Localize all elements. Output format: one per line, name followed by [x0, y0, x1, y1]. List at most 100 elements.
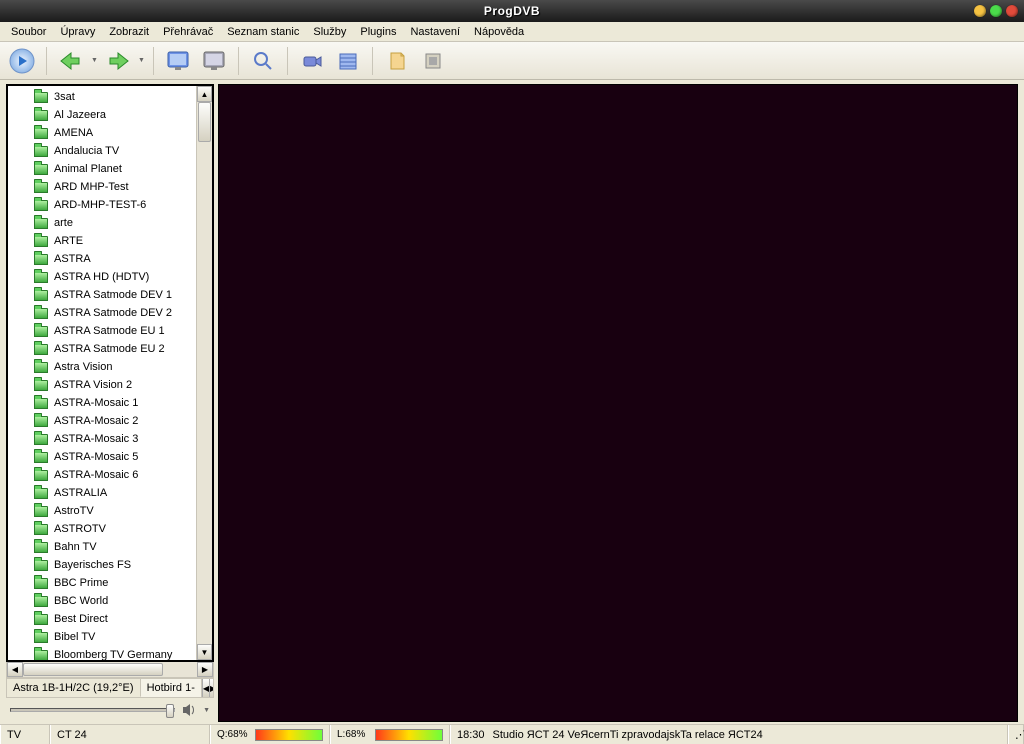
channel-item[interactable]: ASTRA Satmode DEV 1 — [34, 286, 196, 304]
satellite-tab-astra[interactable]: Astra 1B-1H/2C (19,2°E) — [7, 679, 141, 697]
speaker-icon[interactable] — [181, 702, 197, 718]
scroll-track[interactable] — [23, 662, 197, 677]
forward-dropdown[interactable]: ▼ — [138, 57, 145, 64]
menu-channel-list[interactable]: Seznam stanic — [220, 24, 306, 40]
channel-item[interactable]: ASTRA-Mosaic 5 — [34, 448, 196, 466]
folder-icon — [34, 632, 48, 643]
channel-item[interactable]: ASTRA Satmode EU 2 — [34, 340, 196, 358]
volume-slider[interactable] — [10, 708, 175, 712]
channel-tree-view[interactable]: 3satAl Jazeera AMENA Andalucia TV Animal Pl… — [8, 86, 196, 660]
channel-item[interactable]: Andalucia TV — [34, 142, 196, 160]
channel-item[interactable]: ASTRA Vision 2 — [34, 376, 196, 394]
channel-item[interactable]: 3sat — [34, 88, 196, 106]
folder-icon — [34, 110, 48, 121]
menu-services[interactable]: Služby — [306, 24, 353, 40]
tree-vscrollbar[interactable]: ▲ ▼ — [196, 86, 212, 660]
scroll-up-button[interactable]: ▲ — [197, 86, 212, 102]
back-dropdown[interactable]: ▼ — [91, 57, 98, 64]
channel-item[interactable]: ASTRA-Mosaic 1 — [34, 394, 196, 412]
close-button[interactable] — [1006, 5, 1018, 17]
desktop-button[interactable] — [198, 45, 230, 77]
menu-edit[interactable]: Úpravy — [53, 24, 102, 40]
channel-label: ASTRA HD (HDTV) — [54, 271, 149, 283]
level-bar — [375, 729, 443, 741]
folder-icon — [34, 362, 48, 373]
minimize-button[interactable] — [974, 5, 986, 17]
channel-item[interactable]: ARD MHP-Test — [34, 178, 196, 196]
menu-plugins[interactable]: Plugins — [353, 24, 403, 40]
channel-item[interactable]: BBC World — [34, 592, 196, 610]
menu-file[interactable]: Soubor — [4, 24, 53, 40]
separator — [153, 47, 154, 75]
channel-item[interactable]: Animal Planet — [34, 160, 196, 178]
channel-item[interactable]: ASTRA-Mosaic 2 — [34, 412, 196, 430]
channel-item[interactable]: ARTE — [34, 232, 196, 250]
channel-label: arte — [54, 217, 73, 229]
channel-item[interactable]: Astra Vision — [34, 358, 196, 376]
forward-button[interactable] — [102, 45, 134, 77]
maximize-button[interactable] — [990, 5, 1002, 17]
channel-item[interactable]: ASTRA — [34, 250, 196, 268]
scroll-thumb[interactable] — [198, 102, 211, 142]
scroll-track[interactable] — [197, 102, 212, 644]
volume-thumb[interactable] — [166, 704, 174, 718]
workspace: 3satAl Jazeera AMENA Andalucia TV Animal Pl… — [0, 80, 1024, 724]
channel-item[interactable]: Bibel TV — [34, 628, 196, 646]
channel-item[interactable]: ASTRA-Mosaic 3 — [34, 430, 196, 448]
channel-item[interactable]: ASTRA Satmode EU 1 — [34, 322, 196, 340]
scroll-right-button[interactable]: ▶ — [197, 662, 213, 677]
satellite-tab-hotbird[interactable]: Hotbird 1- — [141, 679, 202, 697]
record-button[interactable] — [296, 45, 328, 77]
quality-label: Q:68% — [217, 729, 251, 740]
channel-item[interactable]: ARD-MHP-TEST-6 — [34, 196, 196, 214]
channel-item[interactable]: ASTRA HD (HDTV) — [34, 268, 196, 286]
menu-settings[interactable]: Nastavení — [403, 24, 467, 40]
scroll-thumb[interactable] — [23, 663, 163, 676]
scheduler-button[interactable] — [332, 45, 364, 77]
channel-label: AstroTV — [54, 505, 94, 517]
channel-item[interactable]: Bahn TV — [34, 538, 196, 556]
play-button[interactable] — [6, 45, 38, 77]
channel-item[interactable]: Al Jazeera — [34, 106, 196, 124]
channel-label: ASTRA-Mosaic 5 — [54, 451, 138, 463]
tab-scroll-left[interactable]: ◀ — [202, 679, 209, 697]
channel-item[interactable]: Bayerisches FS — [34, 556, 196, 574]
tree-hscrollbar[interactable]: ◀ ▶ — [6, 662, 214, 678]
channel-label: AMENA — [54, 127, 93, 139]
tab-scroll-right[interactable]: ▶ — [209, 679, 214, 697]
sidebar: 3satAl Jazeera AMENA Andalucia TV Animal Pl… — [6, 84, 214, 722]
channel-label: Andalucia TV — [54, 145, 119, 157]
window-buttons — [974, 5, 1018, 17]
back-button[interactable] — [55, 45, 87, 77]
separator — [238, 47, 239, 75]
separator — [287, 47, 288, 75]
channel-item[interactable]: BBC Prime — [34, 574, 196, 592]
channel-label: ASTRA — [54, 253, 91, 265]
menu-view[interactable]: Zobrazit — [102, 24, 156, 40]
folder-icon — [34, 254, 48, 265]
channel-item[interactable]: Bloomberg TV Germany — [34, 646, 196, 660]
search-button[interactable] — [247, 45, 279, 77]
channel-item[interactable]: AstroTV — [34, 502, 196, 520]
video-area[interactable] — [218, 84, 1018, 722]
channel-item[interactable]: ASTRA-Mosaic 6 — [34, 466, 196, 484]
channel-item[interactable]: AMENA — [34, 124, 196, 142]
status-signal-level: L:68% — [330, 725, 450, 744]
channel-item[interactable]: ASTROTV — [34, 520, 196, 538]
menu-bar: Soubor Úpravy Zobrazit Přehrávač Seznam … — [0, 22, 1024, 42]
channel-item[interactable]: arte — [34, 214, 196, 232]
fullscreen-button[interactable] — [162, 45, 194, 77]
channel-item[interactable]: ASTRALIA — [34, 484, 196, 502]
status-epg: 18:30 Studio ЯCT 24 VeЯcernTi zpravodajs… — [450, 725, 1008, 744]
status-grip: ⋰ — [1008, 725, 1024, 744]
menu-help[interactable]: Nápověda — [467, 24, 531, 40]
status-stream-type: TV — [0, 725, 50, 744]
channel-item[interactable]: ASTRA Satmode DEV 2 — [34, 304, 196, 322]
volume-dropdown[interactable]: ▼ — [203, 707, 210, 714]
notes-button[interactable] — [381, 45, 413, 77]
options-button[interactable] — [417, 45, 449, 77]
menu-player[interactable]: Přehrávač — [156, 24, 220, 40]
scroll-down-button[interactable]: ▼ — [197, 644, 212, 660]
channel-item[interactable]: Best Direct — [34, 610, 196, 628]
scroll-left-button[interactable]: ◀ — [7, 662, 23, 677]
